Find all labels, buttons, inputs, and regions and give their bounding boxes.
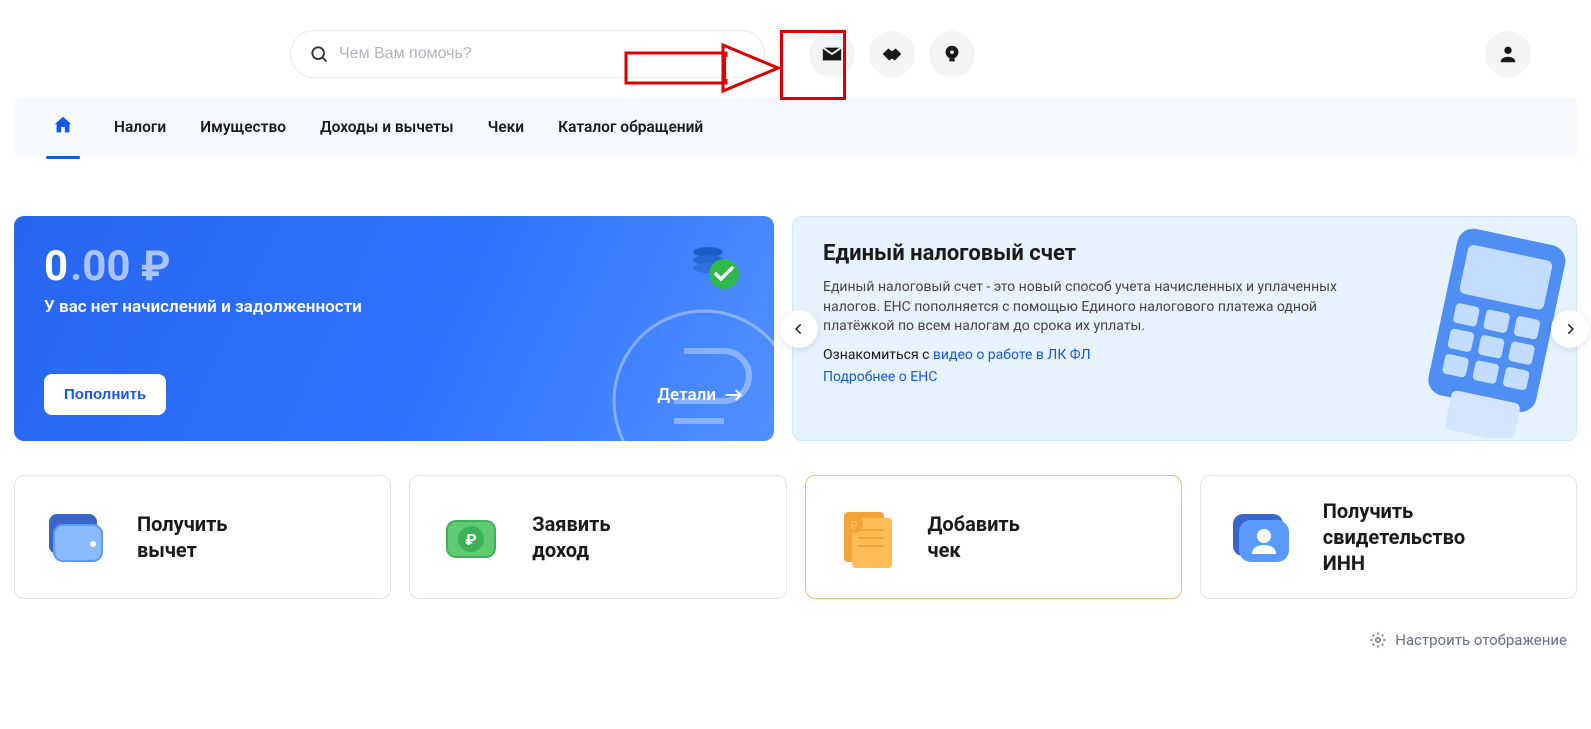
svg-text:₽: ₽ <box>850 519 858 532</box>
handshake-icon <box>881 43 903 65</box>
display-settings-label: Настроить отображение <box>1395 631 1567 649</box>
actions-row: Получитьвычет ₽ Заявитьдоход ₽ Добавитьч… <box>0 441 1591 599</box>
action-label: Получитьвычет <box>137 511 227 563</box>
action-label: ПолучитьсвидетельствоИНН <box>1323 498 1465 576</box>
nav-item-income[interactable]: Доходы и вычеты <box>320 100 454 154</box>
ens-text: Единый налоговый счет - это новый способ… <box>823 278 1366 337</box>
carousel-prev[interactable] <box>780 310 818 348</box>
ens-video-link[interactable]: видео о работе в ЛК ФЛ <box>933 347 1091 363</box>
nav-item-property[interactable]: Имущество <box>200 100 286 154</box>
ruble-tag-icon: ₽ <box>436 502 506 572</box>
chevron-right-icon <box>1563 322 1577 336</box>
receipt-icon: ₽ <box>832 502 902 572</box>
top-bar <box>0 0 1591 98</box>
balance-card: 0.00 ₽ У вас нет начислений и задолженно… <box>14 216 774 441</box>
action-declare-income[interactable]: ₽ Заявитьдоход <box>409 475 786 599</box>
balance-amount: 0.00 ₽ <box>44 242 744 291</box>
ens-title: Единый налоговый счет <box>823 241 1366 266</box>
hero-row: 0.00 ₽ У вас нет начислений и задолженно… <box>0 156 1591 441</box>
main-nav: Налоги Имущество Доходы и вычеты Чеки Ка… <box>14 98 1577 156</box>
search-input-wrap[interactable] <box>290 30 765 78</box>
ens-card: Единый налоговый счет Единый налоговый с… <box>792 216 1577 441</box>
topup-button[interactable]: Пополнить <box>44 374 166 415</box>
lightbulb-icon <box>941 43 963 65</box>
handshake-button[interactable] <box>869 31 915 77</box>
nav-item-taxes[interactable]: Налоги <box>114 100 166 154</box>
action-get-inn[interactable]: ПолучитьсвидетельствоИНН <box>1200 475 1577 599</box>
home-icon <box>52 114 74 136</box>
id-card-icon <box>1227 502 1297 572</box>
action-deduction[interactable]: Получитьвычет <box>14 475 391 599</box>
profile-button[interactable] <box>1485 31 1531 77</box>
search-input[interactable] <box>339 45 746 63</box>
ens-more-link[interactable]: Подробнее о ЕНС <box>823 369 937 385</box>
nav-home[interactable] <box>46 96 80 158</box>
idea-button[interactable] <box>929 31 975 77</box>
gear-icon <box>1369 631 1387 649</box>
user-icon <box>1497 43 1519 65</box>
nav-item-receipts[interactable]: Чеки <box>488 100 525 154</box>
wallet-icon <box>41 502 111 572</box>
coins-check-icon <box>686 238 746 298</box>
action-label: Добавитьчек <box>928 511 1020 563</box>
ruble-bg-icon <box>604 301 774 441</box>
mail-icon <box>821 43 843 65</box>
nav-item-catalog[interactable]: Каталог обращений <box>558 100 703 154</box>
chevron-left-icon <box>792 322 806 336</box>
action-add-receipt[interactable]: ₽ Добавитьчек <box>805 475 1182 599</box>
balance-int: 0 <box>44 242 68 291</box>
display-settings-link[interactable]: Настроить отображение <box>0 599 1591 665</box>
action-label: Заявитьдоход <box>532 511 610 563</box>
svg-text:₽: ₽ <box>466 530 477 549</box>
ens-link1-prefix: Ознакомиться с <box>823 347 933 363</box>
mail-button[interactable] <box>809 31 855 77</box>
search-icon <box>309 44 329 64</box>
carousel-next[interactable] <box>1551 310 1589 348</box>
balance-frac: .00 ₽ <box>70 242 170 291</box>
ens-link1-row: Ознакомиться с видео о работе в ЛК ФЛ <box>823 347 1366 363</box>
